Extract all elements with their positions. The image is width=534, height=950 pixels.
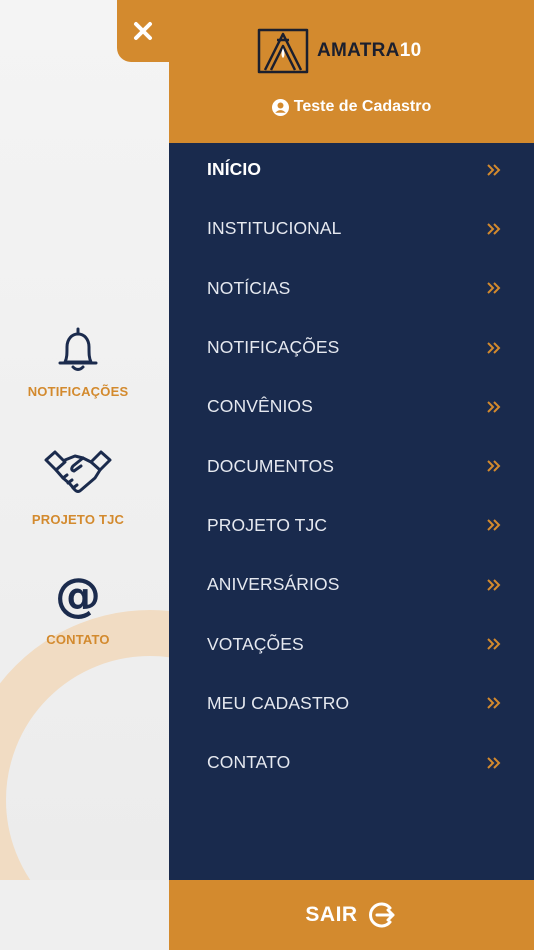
- logo-number: 10: [399, 40, 422, 61]
- menu-item-contato[interactable]: CONTATO: [169, 733, 534, 792]
- logo-mark-icon: [257, 28, 309, 74]
- menu-item-documentos[interactable]: DOCUMENTOS: [169, 436, 534, 495]
- menu-item-votacoes[interactable]: VOTAÇÕES: [169, 614, 534, 673]
- shortcut-contato[interactable]: @ CONTATO: [0, 572, 156, 647]
- double-chevron-right-icon: [487, 163, 501, 176]
- menu-item-label: INSTITUCIONAL: [207, 218, 342, 239]
- double-chevron-right-icon: [487, 341, 501, 354]
- user-name: Teste de Cadastro: [293, 98, 432, 115]
- menu-item-label: CONVÊNIOS: [207, 396, 313, 417]
- at-icon: @: [55, 568, 101, 622]
- menu-item-label: CONTATO: [207, 752, 291, 773]
- decorative-ring: [0, 610, 169, 880]
- menu-item-meu-cadastro[interactable]: MEU CADASTRO: [169, 674, 534, 733]
- menu-item-label: INÍCIO: [207, 159, 262, 180]
- menu-item-convenios[interactable]: CONVÊNIOS: [169, 377, 534, 436]
- drawer-header: AMATRA10 Teste de Cadastro: [169, 0, 534, 143]
- menu-item-label: VOTAÇÕES: [207, 633, 304, 654]
- double-chevron-right-icon: [487, 697, 501, 710]
- bottom-strip: [0, 880, 169, 950]
- shortcut-notifications[interactable]: NOTIFICAÇÕES: [0, 326, 156, 399]
- menu-item-noticias[interactable]: NOTÍCIAS: [169, 259, 534, 318]
- logout-label: SAIR: [305, 903, 358, 926]
- menu-item-label: NOTIFICAÇÕES: [207, 337, 340, 358]
- logout-button[interactable]: SAIR: [169, 880, 534, 950]
- shortcut-label: PROJETO TJC: [31, 512, 125, 527]
- bell-icon: [58, 327, 98, 371]
- menu-item-aniversarios[interactable]: ANIVERSÁRIOS: [169, 555, 534, 614]
- menu-item-institucional[interactable]: INSTITUCIONAL: [169, 199, 534, 258]
- menu-item-inicio[interactable]: INÍCIO: [169, 140, 534, 199]
- shortcut-label: CONTATO: [46, 632, 110, 647]
- menu-item-projeto-tjc[interactable]: PROJETO TJC: [169, 496, 534, 555]
- close-menu-button[interactable]: [117, 0, 169, 62]
- double-chevron-right-icon: [487, 756, 501, 769]
- logout-icon: [368, 902, 395, 928]
- close-icon: [134, 22, 152, 40]
- menu-item-label: PROJETO TJC: [207, 514, 328, 535]
- logo: AMATRA10: [257, 28, 421, 74]
- user-circle-icon: [271, 98, 289, 116]
- double-chevron-right-icon: [487, 460, 501, 472]
- shortcut-label: NOTIFICAÇÕES: [27, 384, 129, 399]
- menu-item-label: NOTÍCIAS: [207, 277, 291, 298]
- handshake-icon: [44, 450, 112, 493]
- double-chevron-right-icon: [487, 401, 501, 413]
- double-chevron-right-icon: [487, 282, 501, 294]
- menu-item-label: MEU CADASTRO: [207, 692, 350, 713]
- menu-item-label: ANIVERSÁRIOS: [207, 574, 340, 595]
- double-chevron-right-icon: [487, 579, 501, 591]
- menu-item-notificacoes[interactable]: NOTIFICAÇÕES: [169, 318, 534, 377]
- logo-text: AMATRA: [317, 40, 400, 61]
- main-menu: INÍCIO INSTITUCIONAL NOTÍCIAS NOTIFICAÇÕ…: [169, 140, 534, 792]
- side-drawer: AMATRA10 Teste de Cadastro INÍCIO INSTIT…: [169, 0, 534, 950]
- double-chevron-right-icon: [487, 638, 501, 650]
- user-profile[interactable]: Teste de Cadastro: [169, 98, 534, 116]
- menu-item-label: DOCUMENTOS: [207, 455, 335, 476]
- double-chevron-right-icon: [487, 223, 501, 235]
- double-chevron-right-icon: [487, 519, 501, 532]
- shortcut-projeto-tjc[interactable]: PROJETO TJC: [0, 446, 156, 527]
- background-panel: NOTIFICAÇÕES PROJETO TJC @ CONTATO: [0, 0, 169, 880]
